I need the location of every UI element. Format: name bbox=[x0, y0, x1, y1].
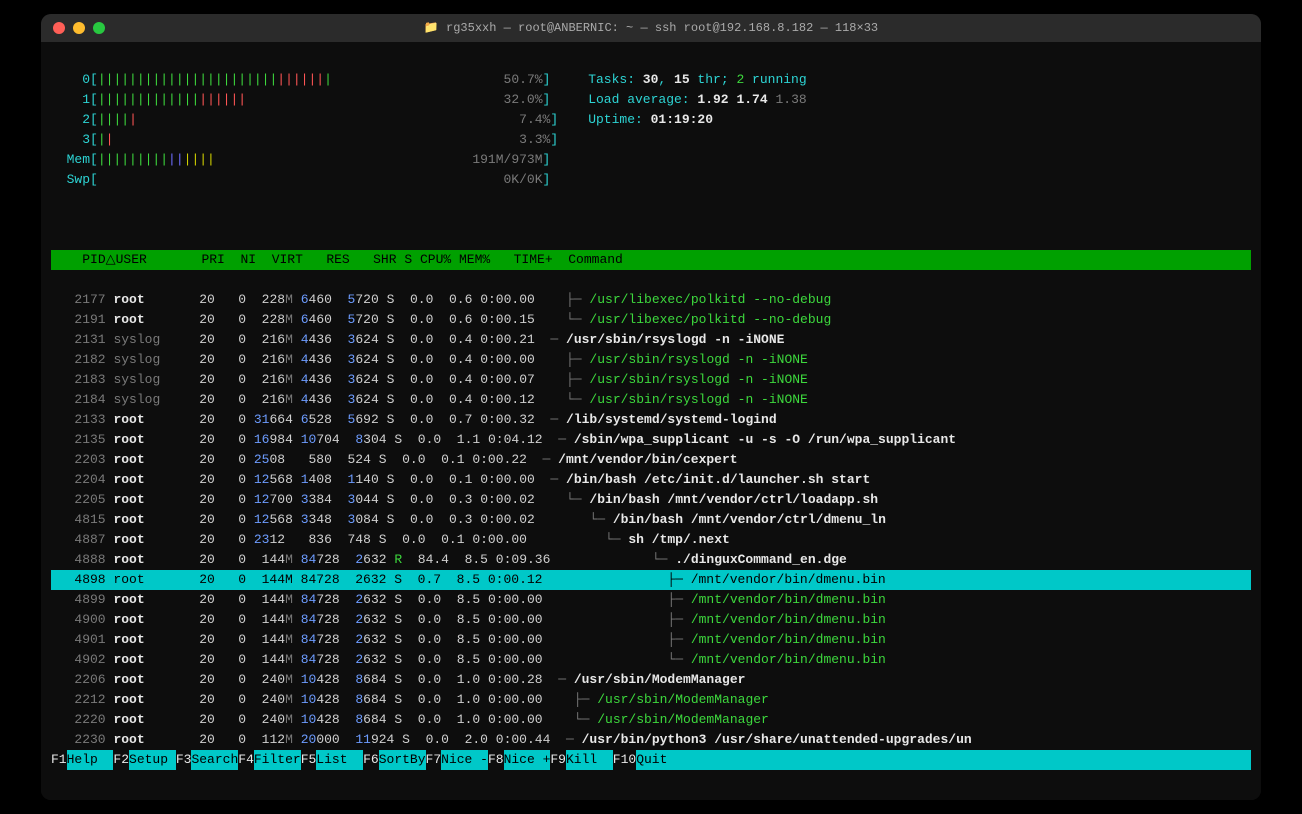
process-row[interactable]: 2135 root 20 0 16984 10704 8304 S 0.0 1.… bbox=[51, 430, 1251, 450]
flabel-F5[interactable]: List bbox=[316, 750, 363, 770]
swp-bar bbox=[98, 172, 504, 187]
process-row[interactable]: 2230 root 20 0 112M 20000 11924 S 0.0 2.… bbox=[51, 730, 1251, 750]
flabel-F8[interactable]: Nice + bbox=[504, 750, 551, 770]
process-row[interactable]: 2131 syslog 20 0 216M 4436 3624 S 0.0 0.… bbox=[51, 330, 1251, 350]
fkey-F3[interactable]: F3 bbox=[176, 750, 192, 770]
process-row[interactable]: 4901 root 20 0 144M 84728 2632 S 0.0 8.5… bbox=[51, 630, 1251, 650]
flabel-F1[interactable]: Help bbox=[67, 750, 114, 770]
process-row[interactable]: 2212 root 20 0 240M 10428 8684 S 0.0 1.0… bbox=[51, 690, 1251, 710]
flabel-F3[interactable]: Search bbox=[191, 750, 238, 770]
fkey-F10[interactable]: F10 bbox=[613, 750, 636, 770]
folder-icon: 📁 bbox=[424, 21, 439, 35]
terminal-window: 📁 rg35xxh — root@ANBERNIC: ~ — ssh root@… bbox=[41, 14, 1261, 800]
swp-meter: Swp[ 0K/0K] bbox=[51, 170, 558, 190]
process-row[interactable]: 2205 root 20 0 12700 3384 3044 S 0.0 0.3… bbox=[51, 490, 1251, 510]
terminal-body[interactable]: 0[|||||||||||||||||||||||||||||| 50.7%] … bbox=[41, 42, 1261, 800]
close-button[interactable] bbox=[53, 22, 65, 34]
process-row[interactable]: 2183 syslog 20 0 216M 4436 3624 S 0.0 0.… bbox=[51, 370, 1251, 390]
cpu-meter-0: 0[|||||||||||||||||||||||||||||| 50.7%] bbox=[51, 70, 558, 90]
process-row[interactable]: 4887 root 20 0 2312 836 748 S 0.0 0.1 0:… bbox=[51, 530, 1251, 550]
mem-meter: Mem[||||||||||||||| 191M/973M] bbox=[51, 150, 558, 170]
process-row[interactable]: 2191 root 20 0 228M 6460 5720 S 0.0 0.6 … bbox=[51, 310, 1251, 330]
bottom-padding bbox=[51, 770, 1251, 800]
process-row-selected[interactable]: 4898 root 20 0 144M 84728 2632 S 0.7 8.5… bbox=[51, 570, 1251, 590]
cpu-meter-1: 1[||||||||||||||||||| 32.0%] bbox=[51, 90, 558, 110]
fkey-F8[interactable]: F8 bbox=[488, 750, 504, 770]
flabel-F10[interactable]: Quit bbox=[636, 750, 683, 770]
process-table[interactable]: 2177 root 20 0 228M 6460 5720 S 0.0 0.6 … bbox=[51, 290, 1251, 750]
traffic-lights bbox=[53, 22, 105, 34]
fkey-F5[interactable]: F5 bbox=[301, 750, 317, 770]
meters-right: Tasks: 30, 15 thr; 2 runningLoad average… bbox=[558, 70, 807, 190]
process-row[interactable]: 4902 root 20 0 144M 84728 2632 S 0.0 8.5… bbox=[51, 650, 1251, 670]
titlebar: 📁 rg35xxh — root@ANBERNIC: ~ — ssh root@… bbox=[41, 14, 1261, 42]
cpu-bar-2: ||||| bbox=[98, 112, 512, 127]
fkey-F6[interactable]: F6 bbox=[363, 750, 379, 770]
process-row[interactable]: 2204 root 20 0 12568 1408 1140 S 0.0 0.1… bbox=[51, 470, 1251, 490]
process-row[interactable]: 2184 syslog 20 0 216M 4436 3624 S 0.0 0.… bbox=[51, 390, 1251, 410]
fkey-F1[interactable]: F1 bbox=[51, 750, 67, 770]
cpu-bar-3: || bbox=[98, 132, 512, 147]
blank-line bbox=[51, 210, 1251, 230]
fkey-F4[interactable]: F4 bbox=[238, 750, 254, 770]
maximize-button[interactable] bbox=[93, 22, 105, 34]
column-header[interactable]: PID△USER PRI NI VIRT RES SHR S CPU% MEM%… bbox=[51, 250, 1251, 270]
flabel-F9[interactable]: Kill bbox=[566, 750, 613, 770]
footer-bar: F1Help F2Setup F3SearchF4FilterF5List F6… bbox=[51, 750, 1251, 770]
fkey-F9[interactable]: F9 bbox=[550, 750, 566, 770]
flabel-F7[interactable]: Nice - bbox=[441, 750, 488, 770]
process-row[interactable]: 2177 root 20 0 228M 6460 5720 S 0.0 0.6 … bbox=[51, 290, 1251, 310]
mem-bar: ||||||||||||||| bbox=[98, 152, 473, 167]
fkey-F7[interactable]: F7 bbox=[426, 750, 442, 770]
meters-area: 0[|||||||||||||||||||||||||||||| 50.7%] … bbox=[51, 70, 1251, 190]
cpu-meter-2: 2[||||| 7.4%] bbox=[51, 110, 558, 130]
flabel-F6[interactable]: SortBy bbox=[379, 750, 426, 770]
process-row[interactable]: 2133 root 20 0 31664 6528 5692 S 0.0 0.7… bbox=[51, 410, 1251, 430]
meters-left: 0[|||||||||||||||||||||||||||||| 50.7%] … bbox=[51, 70, 558, 190]
flabel-F4[interactable]: Filter bbox=[254, 750, 301, 770]
cpu-bar-1: ||||||||||||||||||| bbox=[98, 92, 504, 107]
window-title: 📁 rg35xxh — root@ANBERNIC: ~ — ssh root@… bbox=[41, 19, 1261, 37]
process-row[interactable]: 4900 root 20 0 144M 84728 2632 S 0.0 8.5… bbox=[51, 610, 1251, 630]
process-row[interactable]: 4815 root 20 0 12568 3348 3084 S 0.0 0.3… bbox=[51, 510, 1251, 530]
cpu-meter-3: 3[|| 3.3%] bbox=[51, 130, 558, 150]
load-line: Load average: 1.92 1.74 1.38 bbox=[588, 90, 807, 110]
process-row[interactable]: 4888 root 20 0 144M 84728 2632 R 84.4 8.… bbox=[51, 550, 1251, 570]
fkey-F2[interactable]: F2 bbox=[113, 750, 129, 770]
process-row[interactable]: 2220 root 20 0 240M 10428 8684 S 0.0 1.0… bbox=[51, 710, 1251, 730]
minimize-button[interactable] bbox=[73, 22, 85, 34]
process-row[interactable]: 2206 root 20 0 240M 10428 8684 S 0.0 1.0… bbox=[51, 670, 1251, 690]
process-row[interactable]: 2203 root 20 0 2508 580 524 S 0.0 0.1 0:… bbox=[51, 450, 1251, 470]
flabel-F2[interactable]: Setup bbox=[129, 750, 176, 770]
uptime-line: Uptime: 01:19:20 bbox=[588, 110, 807, 130]
process-row[interactable]: 4899 root 20 0 144M 84728 2632 S 0.0 8.5… bbox=[51, 590, 1251, 610]
tasks-line: Tasks: 30, 15 thr; 2 running bbox=[588, 70, 807, 90]
footer-pad bbox=[683, 750, 1251, 770]
cpu-bar-0: |||||||||||||||||||||||||||||| bbox=[98, 72, 504, 87]
process-row[interactable]: 2182 syslog 20 0 216M 4436 3624 S 0.0 0.… bbox=[51, 350, 1251, 370]
